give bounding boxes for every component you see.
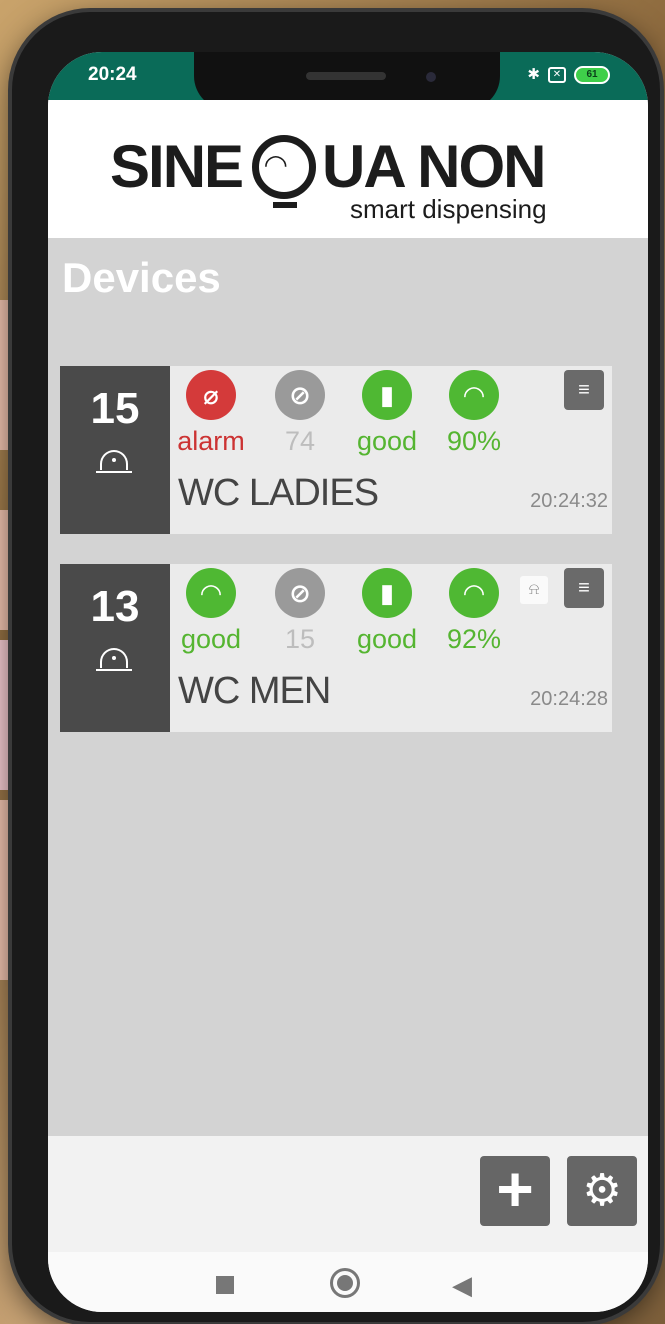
logo-bulb-wifi-icon: ◠ bbox=[252, 134, 317, 208]
logo-tagline: smart dispensing bbox=[350, 194, 547, 224]
wifi-icon: ◠ bbox=[449, 568, 499, 618]
bell-icon[interactable]: ⍾ bbox=[520, 576, 548, 604]
bulb-off-icon: ⊘ bbox=[275, 370, 325, 420]
status-stat: ⌀ alarm bbox=[166, 370, 256, 457]
paper-stat: ⊘ 15 bbox=[255, 568, 345, 655]
status-time: 20:24 bbox=[88, 64, 137, 85]
logo-text-right: UA NON bbox=[322, 133, 546, 200]
device-timestamp: 20:24:32 bbox=[530, 490, 608, 512]
signal-stat: ◠ 90% bbox=[429, 370, 519, 457]
bluetooth-icon: ✱ bbox=[527, 66, 540, 83]
logo-text-left: SINE bbox=[110, 133, 244, 200]
home-button[interactable] bbox=[330, 1268, 360, 1298]
device-timestamp: 20:24:28 bbox=[530, 688, 608, 710]
battery-stat: ▮ good bbox=[342, 370, 432, 457]
alarm-dispenser-icon: ⌀ bbox=[186, 370, 236, 420]
sliders-settings-button[interactable]: ≡ bbox=[564, 568, 604, 608]
device-card[interactable]: 13 ◠ good ⊘ 15 ▮ good ◠ 92% ⍾ ≡ WC MEN 2… bbox=[60, 564, 612, 732]
plus-icon: + bbox=[496, 1153, 534, 1225]
speaker-grille bbox=[306, 72, 386, 80]
signal-stat: ◠ 92% bbox=[429, 568, 519, 655]
settings-button[interactable]: ⚙ bbox=[567, 1156, 637, 1226]
battery-icon: 61 bbox=[574, 66, 610, 84]
phone-screen: 20:24 ✱ ✕ 61 SINE ◠ UA NON smart dispens… bbox=[48, 52, 648, 1312]
device-id-panel: 15 bbox=[60, 366, 170, 534]
signal-label: 92% bbox=[446, 624, 502, 654]
device-id-panel: 13 bbox=[60, 564, 170, 732]
sim-icon: ✕ bbox=[548, 67, 566, 83]
add-device-button[interactable]: + bbox=[480, 1156, 550, 1226]
status-stat: ◠ good bbox=[166, 568, 256, 655]
bottom-toolbar: + ⚙ bbox=[48, 1136, 648, 1252]
app-header: SINE ◠ UA NON smart dispensing bbox=[48, 100, 648, 238]
battery-label: good bbox=[356, 426, 418, 456]
signal-label: 90% bbox=[446, 426, 502, 456]
front-camera bbox=[426, 72, 436, 82]
battery-stat: ▮ good bbox=[342, 568, 432, 655]
device-card[interactable]: 15 ⌀ alarm ⊘ 74 ▮ good ◠ 90% ≡ WC LADIES… bbox=[60, 366, 612, 534]
page-title: Devices bbox=[62, 254, 221, 301]
dispenser-icon-dot bbox=[112, 656, 116, 660]
battery-icon: ▮ bbox=[362, 370, 412, 420]
dispenser-icon-dot bbox=[112, 458, 116, 462]
battery-label: good bbox=[356, 624, 418, 654]
device-number: 15 bbox=[90, 384, 140, 433]
android-nav-bar: ◀ bbox=[48, 1252, 648, 1312]
dispenser-ok-icon: ◠ bbox=[186, 568, 236, 618]
battery-icon: ▮ bbox=[362, 568, 412, 618]
device-name: WC LADIES bbox=[178, 472, 379, 514]
back-button[interactable]: ◀ bbox=[452, 1270, 472, 1301]
logo: SINE ◠ UA NON bbox=[110, 132, 546, 208]
sliders-settings-button[interactable]: ≡ bbox=[564, 370, 604, 410]
status-label: good bbox=[180, 624, 242, 654]
status-icons: ✱ ✕ 61 bbox=[527, 66, 610, 84]
paper-value: 74 bbox=[284, 426, 316, 456]
bulb-off-icon: ⊘ bbox=[275, 568, 325, 618]
wifi-icon: ◠ bbox=[449, 370, 499, 420]
gear-icon: ⚙ bbox=[582, 1166, 622, 1215]
device-name: WC MEN bbox=[178, 670, 331, 712]
recents-button[interactable] bbox=[216, 1276, 234, 1294]
devices-list-area[interactable]: Devices 15 ⌀ alarm ⊘ 74 ▮ good ◠ 90% ≡ W… bbox=[48, 238, 648, 1136]
phone-frame: 20:24 ✱ ✕ 61 SINE ◠ UA NON smart dispens… bbox=[12, 12, 660, 1322]
status-label: alarm bbox=[177, 426, 245, 456]
device-number: 13 bbox=[90, 582, 140, 631]
paper-stat: ⊘ 74 bbox=[255, 370, 345, 457]
paper-value: 15 bbox=[284, 624, 316, 654]
